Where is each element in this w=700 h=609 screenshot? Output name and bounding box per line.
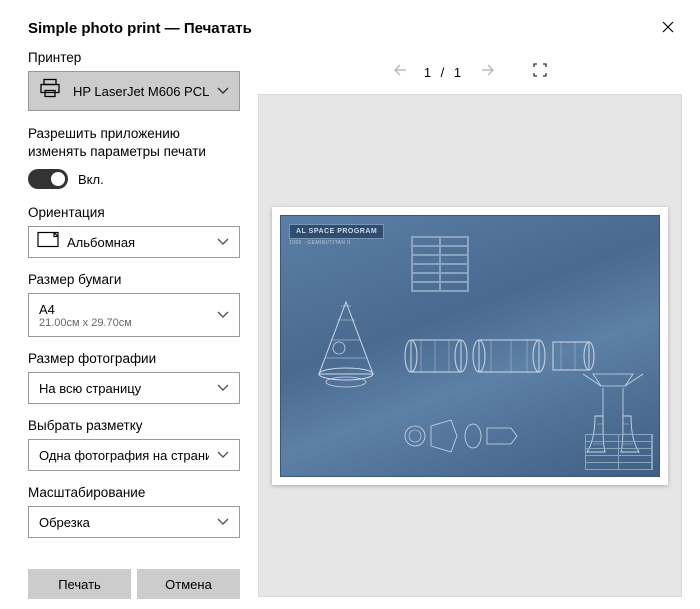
orientation-value: Альбомная [67, 235, 135, 250]
settings-sidebar: Принтер HP LaserJet M606 PCL-6 Разрешить… [0, 50, 252, 609]
title-bar: Simple photo print — Печатать [0, 0, 700, 50]
scaling-field: Масштабирование Обрезка [28, 485, 240, 538]
blueprint-spec-table [411, 236, 469, 292]
fullscreen-button[interactable] [526, 58, 554, 86]
layout-value: Одна фотография на странице [39, 448, 209, 463]
page-indicator: 1 / 1 [424, 65, 464, 80]
printer-icon [39, 79, 61, 104]
preview-page: AL SPACE PROGRAM 1966 · GEMINI/TITAN II [272, 207, 668, 485]
permission-toggle-row: Вкл. [28, 169, 240, 189]
orientation-label: Ориентация [28, 205, 240, 220]
close-icon [662, 20, 674, 37]
chevron-down-icon [217, 384, 229, 392]
layout-label: Выбрать разметку [28, 418, 240, 433]
arrow-right-icon [481, 63, 495, 81]
blueprint-title-block [585, 434, 653, 470]
layout-field: Выбрать разметку Одна фотография на стра… [28, 418, 240, 471]
print-button[interactable]: Печать [28, 569, 131, 599]
permission-label: Разрешить приложению изменять параметры … [28, 125, 240, 161]
preview-pane: 1 / 1 AL SPACE PROGRAM 1966 · GEMIN [252, 50, 700, 609]
orientation-field: Ориентация Альбомная [28, 205, 240, 258]
orientation-dropdown[interactable]: Альбомная [28, 226, 240, 258]
cancel-button[interactable]: Отмена [137, 569, 240, 599]
paper-size-dropdown[interactable]: A4 21.00см x 29.70см [28, 293, 240, 337]
action-buttons: Печать Отмена [28, 569, 240, 609]
close-button[interactable] [654, 14, 682, 42]
dialog-title: Simple photo print — Печатать [28, 20, 252, 37]
photo-size-dropdown[interactable]: На всю страницу [28, 372, 240, 404]
layout-dropdown[interactable]: Одна фотография на странице [28, 439, 240, 471]
prev-page-button[interactable] [386, 58, 414, 86]
printer-value: HP LaserJet M606 PCL-6 [73, 84, 209, 99]
pager: 1 / 1 [258, 50, 682, 94]
paper-size-sub: 21.00см x 29.70см [39, 317, 132, 329]
chevron-down-icon [217, 451, 229, 459]
blueprint-subtitle: 1966 · GEMINI/TITAN II [289, 240, 351, 246]
printer-dropdown[interactable]: HP LaserJet M606 PCL-6 [28, 71, 240, 111]
blueprint-capsule [301, 296, 391, 396]
toggle-knob [51, 172, 65, 186]
scaling-label: Масштабирование [28, 485, 240, 500]
preview-photo: AL SPACE PROGRAM 1966 · GEMINI/TITAN II [280, 215, 660, 477]
paper-size-label: Размер бумаги [28, 272, 240, 287]
blueprint-engine-bottom [401, 406, 541, 466]
permission-section: Разрешить приложению изменять параметры … [28, 125, 240, 205]
scaling-value: Обрезка [39, 515, 90, 530]
dialog-body: Принтер HP LaserJet M606 PCL-6 Разрешить… [0, 50, 700, 609]
photo-size-field: Размер фотографии На всю страницу [28, 351, 240, 404]
preview-canvas: AL SPACE PROGRAM 1966 · GEMINI/TITAN II [258, 94, 682, 597]
chevron-down-icon [217, 238, 229, 246]
blueprint-rocket-body [401, 316, 601, 396]
fullscreen-icon [533, 63, 547, 82]
blueprint-title: AL SPACE PROGRAM [289, 224, 384, 239]
permission-toggle[interactable] [28, 169, 68, 189]
printer-label: Принтер [28, 50, 240, 65]
photo-size-label: Размер фотографии [28, 351, 240, 366]
photo-size-value: На всю страницу [39, 381, 141, 396]
print-dialog: { "title": "Simple photo print — Печатат… [0, 0, 700, 609]
paper-size-value: A4 [39, 302, 55, 317]
paper-size-field: Размер бумаги A4 21.00см x 29.70см [28, 272, 240, 337]
chevron-down-icon [217, 311, 229, 319]
scaling-dropdown[interactable]: Обрезка [28, 506, 240, 538]
chevron-down-icon [217, 87, 229, 95]
printer-field: Принтер HP LaserJet M606 PCL-6 [28, 50, 240, 111]
landscape-icon [37, 232, 59, 253]
next-page-button[interactable] [474, 58, 502, 86]
toggle-state-label: Вкл. [78, 172, 104, 187]
arrow-left-icon [393, 63, 407, 81]
chevron-down-icon [217, 518, 229, 526]
